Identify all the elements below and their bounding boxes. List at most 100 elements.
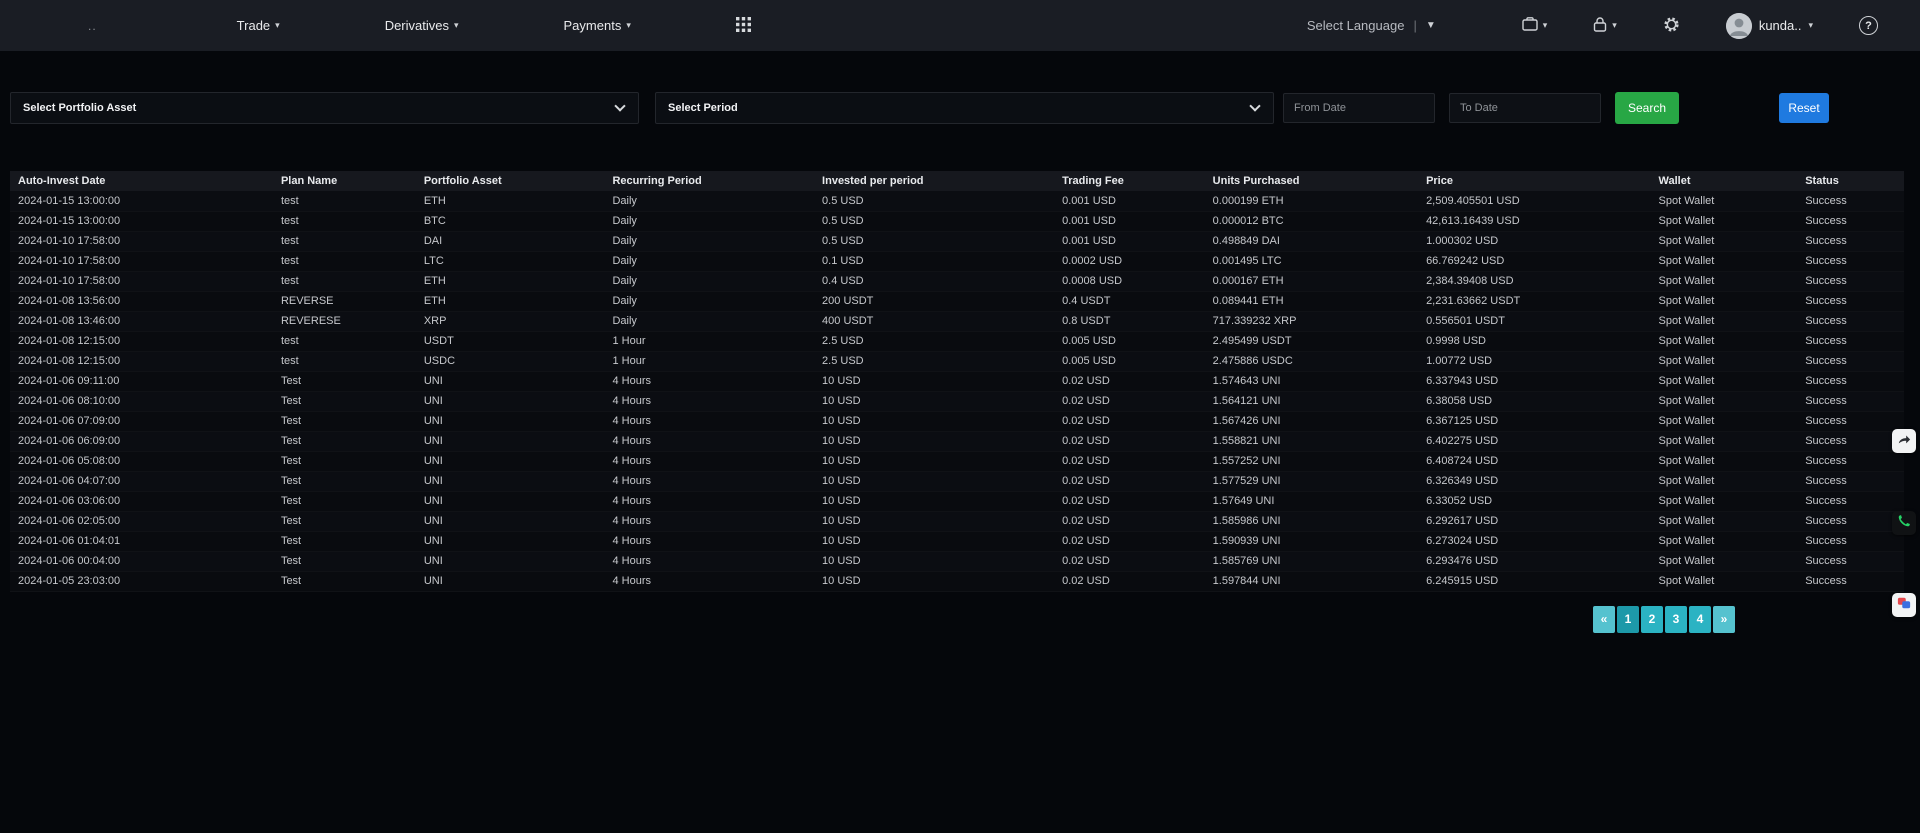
table-cell: 4 Hours (604, 411, 814, 431)
table-cell: Success (1797, 551, 1904, 571)
table-cell: 2024-01-08 12:15:00 (10, 351, 273, 371)
table-cell: 10 USD (814, 411, 1054, 431)
table-cell: 10 USD (814, 471, 1054, 491)
table-cell: Test (273, 391, 416, 411)
nav-derivatives[interactable]: Derivatives ▾ (385, 18, 459, 33)
table-cell: 4 Hours (604, 531, 814, 551)
top-navbar: .. Trade ▾ Derivatives ▾ Payments ▾ (0, 0, 1920, 51)
table-cell: 6.408724 USD (1418, 451, 1650, 471)
reset-button[interactable]: Reset (1779, 93, 1829, 123)
table-cell: 2.5 USD (814, 331, 1054, 351)
table-cell: UNI (416, 571, 605, 591)
table-cell: 4 Hours (604, 371, 814, 391)
table-cell: 0.02 USD (1054, 511, 1205, 531)
table-cell: 0.4 USD (814, 271, 1054, 291)
help-button[interactable]: ? (1859, 16, 1878, 35)
table-cell: 1.000302 USD (1418, 231, 1650, 251)
chat-widget-button[interactable] (1892, 593, 1916, 617)
chevron-down-icon: ▾ (454, 21, 459, 30)
table-cell: 4 Hours (604, 391, 814, 411)
table-cell: 1.564121 UNI (1205, 391, 1418, 411)
table-cell: test (273, 231, 416, 251)
table-cell: 0.000167 ETH (1205, 271, 1418, 291)
table-cell: ETH (416, 271, 605, 291)
search-button[interactable]: Search (1615, 92, 1679, 124)
wallet-menu[interactable]: ▾ (1522, 17, 1548, 34)
pagination-page-1[interactable]: 1 (1617, 606, 1639, 633)
table-header-row: Auto-Invest DatePlan NamePortfolio Asset… (10, 171, 1904, 191)
table-cell: 0.02 USD (1054, 391, 1205, 411)
table-cell: 1.00772 USD (1418, 351, 1650, 371)
logo[interactable]: .. (88, 19, 97, 33)
settings-button[interactable] (1663, 16, 1680, 36)
period-select[interactable]: Select Period (655, 92, 1274, 124)
table-cell: 1.574643 UNI (1205, 371, 1418, 391)
table-row: 2024-01-15 13:00:00testETHDaily0.5 USD0.… (10, 191, 1904, 211)
nav-payments[interactable]: Payments ▾ (564, 18, 631, 33)
table-cell: 2,231.63662 USDT (1418, 291, 1650, 311)
table-cell: Daily (604, 191, 814, 211)
table-cell: 10 USD (814, 431, 1054, 451)
table-row: 2024-01-08 12:15:00testUSDC1 Hour2.5 USD… (10, 351, 1904, 371)
nav-trade[interactable]: Trade ▾ (237, 18, 280, 33)
to-date-input[interactable] (1449, 93, 1601, 123)
table-cell: 2024-01-05 23:03:00 (10, 571, 273, 591)
chevron-down-icon: ▼ (1426, 20, 1436, 31)
table-cell: 0.8 USDT (1054, 311, 1205, 331)
user-menu[interactable]: kunda.. ▾ (1726, 13, 1813, 39)
table-cell: Success (1797, 471, 1904, 491)
table-cell: REVERESE (273, 311, 416, 331)
table-cell: 0.001 USD (1054, 191, 1205, 211)
table-cell: 0.000199 ETH (1205, 191, 1418, 211)
chevron-down-icon: ▾ (1612, 21, 1617, 30)
pagination-page-3[interactable]: 3 (1665, 606, 1687, 633)
pagination-next-button[interactable]: » (1713, 606, 1735, 633)
table-cell: Spot Wallet (1651, 211, 1798, 231)
column-header-units-purchased: Units Purchased (1205, 171, 1418, 191)
table-cell: Success (1797, 391, 1904, 411)
table-cell: Test (273, 471, 416, 491)
table-cell: 2024-01-06 04:07:00 (10, 471, 273, 491)
apps-grid-button[interactable] (736, 17, 751, 35)
table-row: 2024-01-06 04:07:00TestUNI4 Hours10 USD0… (10, 471, 1904, 491)
pagination-page-4[interactable]: 4 (1689, 606, 1711, 633)
table-cell: Spot Wallet (1651, 571, 1798, 591)
table-cell: 4 Hours (604, 431, 814, 451)
table-cell: 10 USD (814, 551, 1054, 571)
floating-widgets (1892, 429, 1916, 617)
column-header-price: Price (1418, 171, 1650, 191)
whatsapp-widget-button[interactable] (1892, 511, 1916, 535)
separator: | (1413, 18, 1416, 33)
table-cell: Spot Wallet (1651, 531, 1798, 551)
history-table-body: 2024-01-15 13:00:00testETHDaily0.5 USD0.… (10, 191, 1904, 591)
table-cell: 2024-01-10 17:58:00 (10, 271, 273, 291)
table-cell: Spot Wallet (1651, 231, 1798, 251)
table-cell: UNI (416, 551, 605, 571)
pagination-prev-button[interactable]: « (1593, 606, 1615, 633)
table-cell: Success (1797, 511, 1904, 531)
table-cell: test (273, 211, 416, 231)
portfolio-asset-select[interactable]: Select Portfolio Asset (10, 92, 639, 124)
pagination-page-2[interactable]: 2 (1641, 606, 1663, 633)
gear-icon (1663, 16, 1680, 36)
table-cell: UNI (416, 391, 605, 411)
table-cell: Test (273, 571, 416, 591)
column-header-auto-invest-date: Auto-Invest Date (10, 171, 273, 191)
language-selector[interactable]: Select Language | ▼ (1307, 18, 1436, 33)
from-date-input[interactable] (1283, 93, 1435, 123)
table-row: 2024-01-06 06:09:00TestUNI4 Hours10 USD0… (10, 431, 1904, 451)
table-cell: 0.1 USD (814, 251, 1054, 271)
table-cell: 2024-01-08 13:46:00 (10, 311, 273, 331)
table-cell: 0.0008 USD (1054, 271, 1205, 291)
table-cell: 6.337943 USD (1418, 371, 1650, 391)
table-cell: 1.597844 UNI (1205, 571, 1418, 591)
security-menu[interactable]: ▾ (1593, 17, 1617, 35)
table-cell: 6.402275 USD (1418, 431, 1650, 451)
table-cell: 10 USD (814, 391, 1054, 411)
table-row: 2024-01-06 05:08:00TestUNI4 Hours10 USD0… (10, 451, 1904, 471)
table-cell: Spot Wallet (1651, 251, 1798, 271)
table-cell: Spot Wallet (1651, 551, 1798, 571)
table-cell: 4 Hours (604, 471, 814, 491)
share-widget-button[interactable] (1892, 429, 1916, 453)
table-cell: 10 USD (814, 511, 1054, 531)
